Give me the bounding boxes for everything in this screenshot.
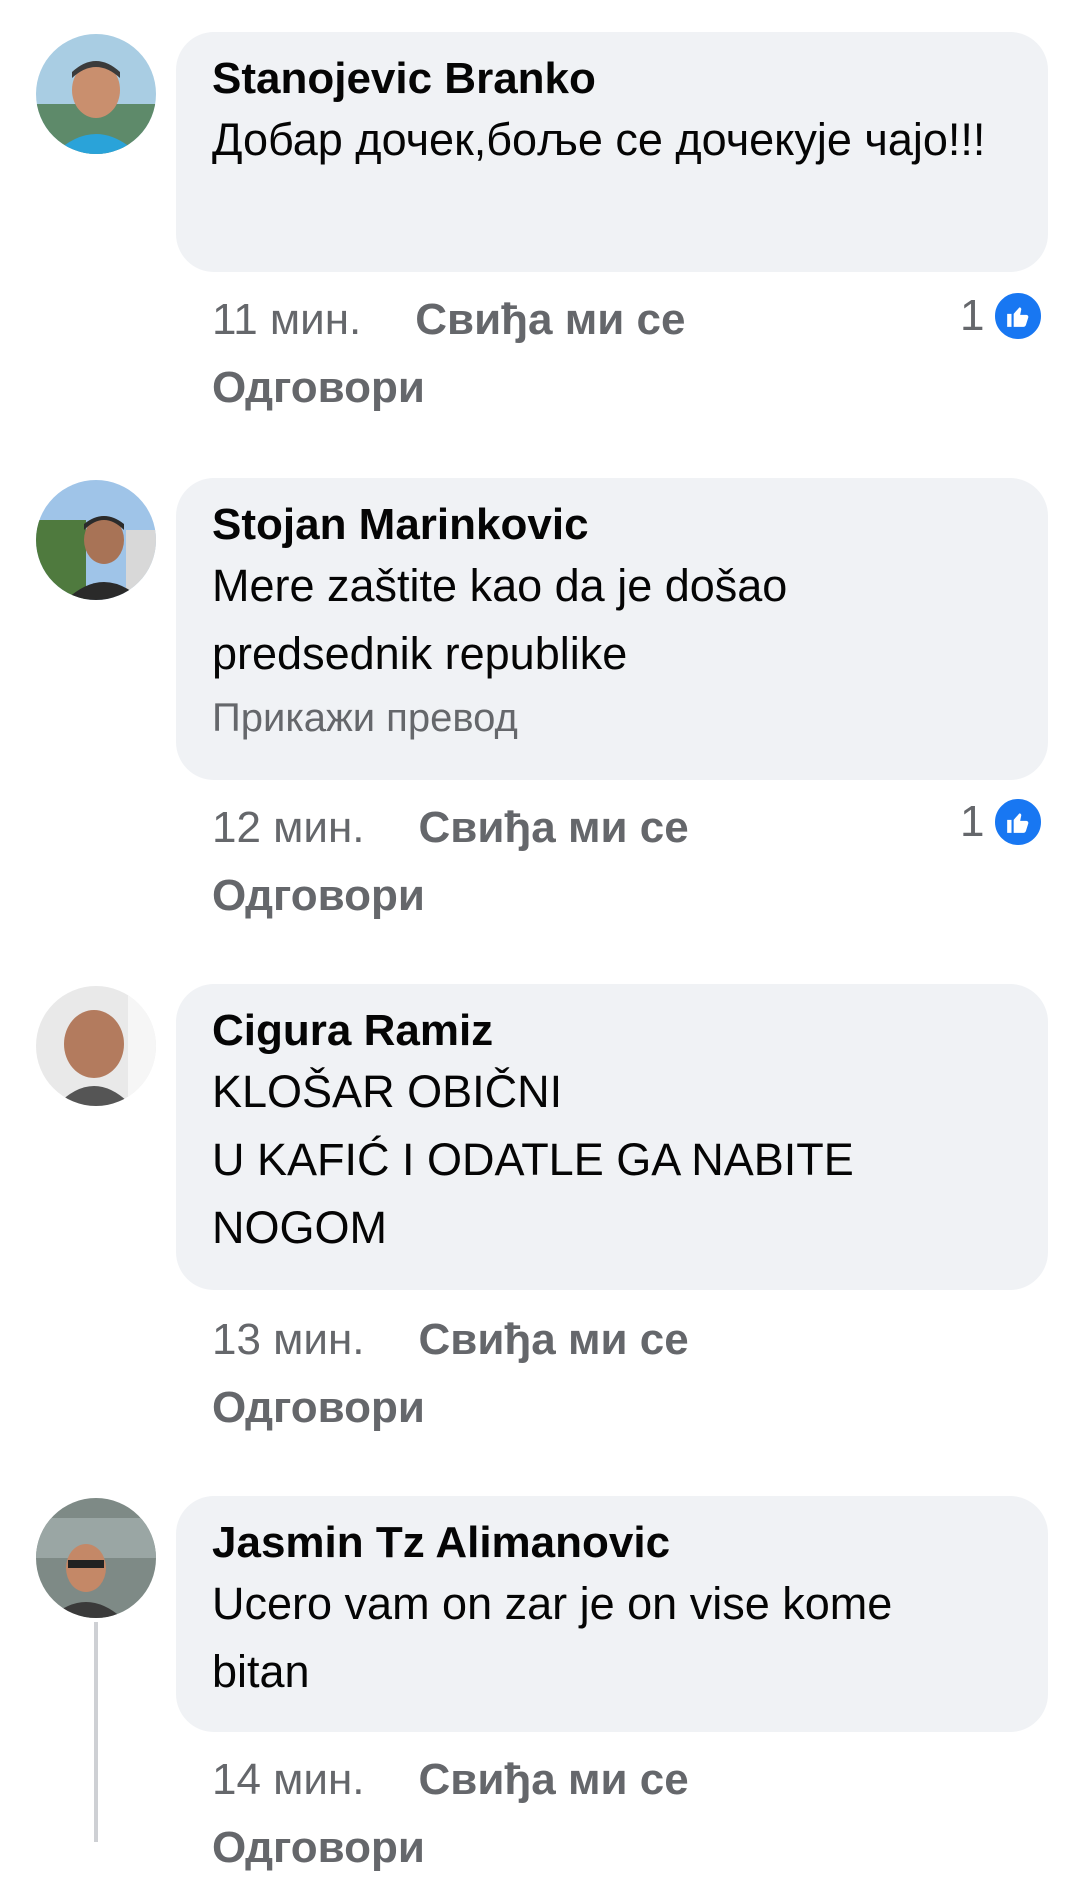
comment-bubble: Jasmin Tz Alimanovic Ucero vam on zar je… xyxy=(176,1496,1048,1732)
reply-button[interactable]: Одговори xyxy=(212,871,425,920)
comment-text: KLOŠAR OBIČNI U KAFIĆ I ODATLE GA NABITE… xyxy=(212,1066,854,1253)
like-button[interactable]: Свиђа ми се xyxy=(419,803,689,852)
reply-button[interactable]: Одговори xyxy=(212,1823,425,1872)
comment-time[interactable]: 12 мин. xyxy=(212,803,365,852)
avatar[interactable] xyxy=(36,1498,156,1618)
author-name[interactable]: Stanojevic Branko xyxy=(212,52,1012,106)
like-count[interactable]: 1 xyxy=(960,290,1045,342)
reply-button[interactable]: Одговори xyxy=(212,1383,425,1432)
thumbs-up-icon xyxy=(992,290,1045,342)
show-translation-link[interactable]: Прикажи превод xyxy=(212,688,1012,748)
avatar[interactable] xyxy=(36,986,156,1106)
like-button[interactable]: Свиђа ми се xyxy=(419,1755,689,1804)
comment-text: Добар дочек,боље се дочекује чајо!!! xyxy=(212,114,986,165)
like-button[interactable]: Свиђа ми се xyxy=(415,295,685,344)
comment-text: Mere zaštite kao da je došao predsednik … xyxy=(212,560,788,679)
comment-text: Ucero vam on zar je on vise kome bitan xyxy=(212,1578,893,1697)
author-name[interactable]: Jasmin Tz Alimanovic xyxy=(212,1516,1012,1570)
comment-actions: 12 мин. Свиђа ми се Одговори xyxy=(212,794,812,930)
like-button[interactable]: Свиђа ми се xyxy=(419,1315,689,1364)
like-count-number: 1 xyxy=(960,797,985,846)
comment-actions: 11 мин. Свиђа ми се Одговори xyxy=(212,286,812,422)
comment-time[interactable]: 13 мин. xyxy=(212,1315,365,1364)
author-name[interactable]: Stojan Marinkovic xyxy=(212,498,1012,552)
comment-bubble: Stanojevic Branko Добар дочек,боље се до… xyxy=(176,32,1048,272)
like-count[interactable]: 1 xyxy=(960,796,1045,848)
avatar[interactable] xyxy=(36,480,156,600)
author-name[interactable]: Cigura Ramiz xyxy=(212,1004,1012,1058)
comment-bubble: Cigura Ramiz KLOŠAR OBIČNI U KAFIĆ I ODA… xyxy=(176,984,1048,1290)
comment-actions: 13 мин. Свиђа ми се Одговори xyxy=(212,1306,812,1442)
like-count-number: 1 xyxy=(960,291,985,340)
reply-button[interactable]: Одговори xyxy=(212,363,425,412)
thumbs-up-icon xyxy=(992,796,1045,848)
thread-line xyxy=(94,1622,98,1842)
comment-time[interactable]: 11 мин. xyxy=(212,295,361,344)
avatar[interactable] xyxy=(36,34,156,154)
comment-bubble: Stojan Marinkovic Mere zaštite kao da je… xyxy=(176,478,1048,780)
comment-time[interactable]: 14 мин. xyxy=(212,1755,365,1804)
comment-actions: 14 мин. Свиђа ми се Одговори xyxy=(212,1746,812,1882)
